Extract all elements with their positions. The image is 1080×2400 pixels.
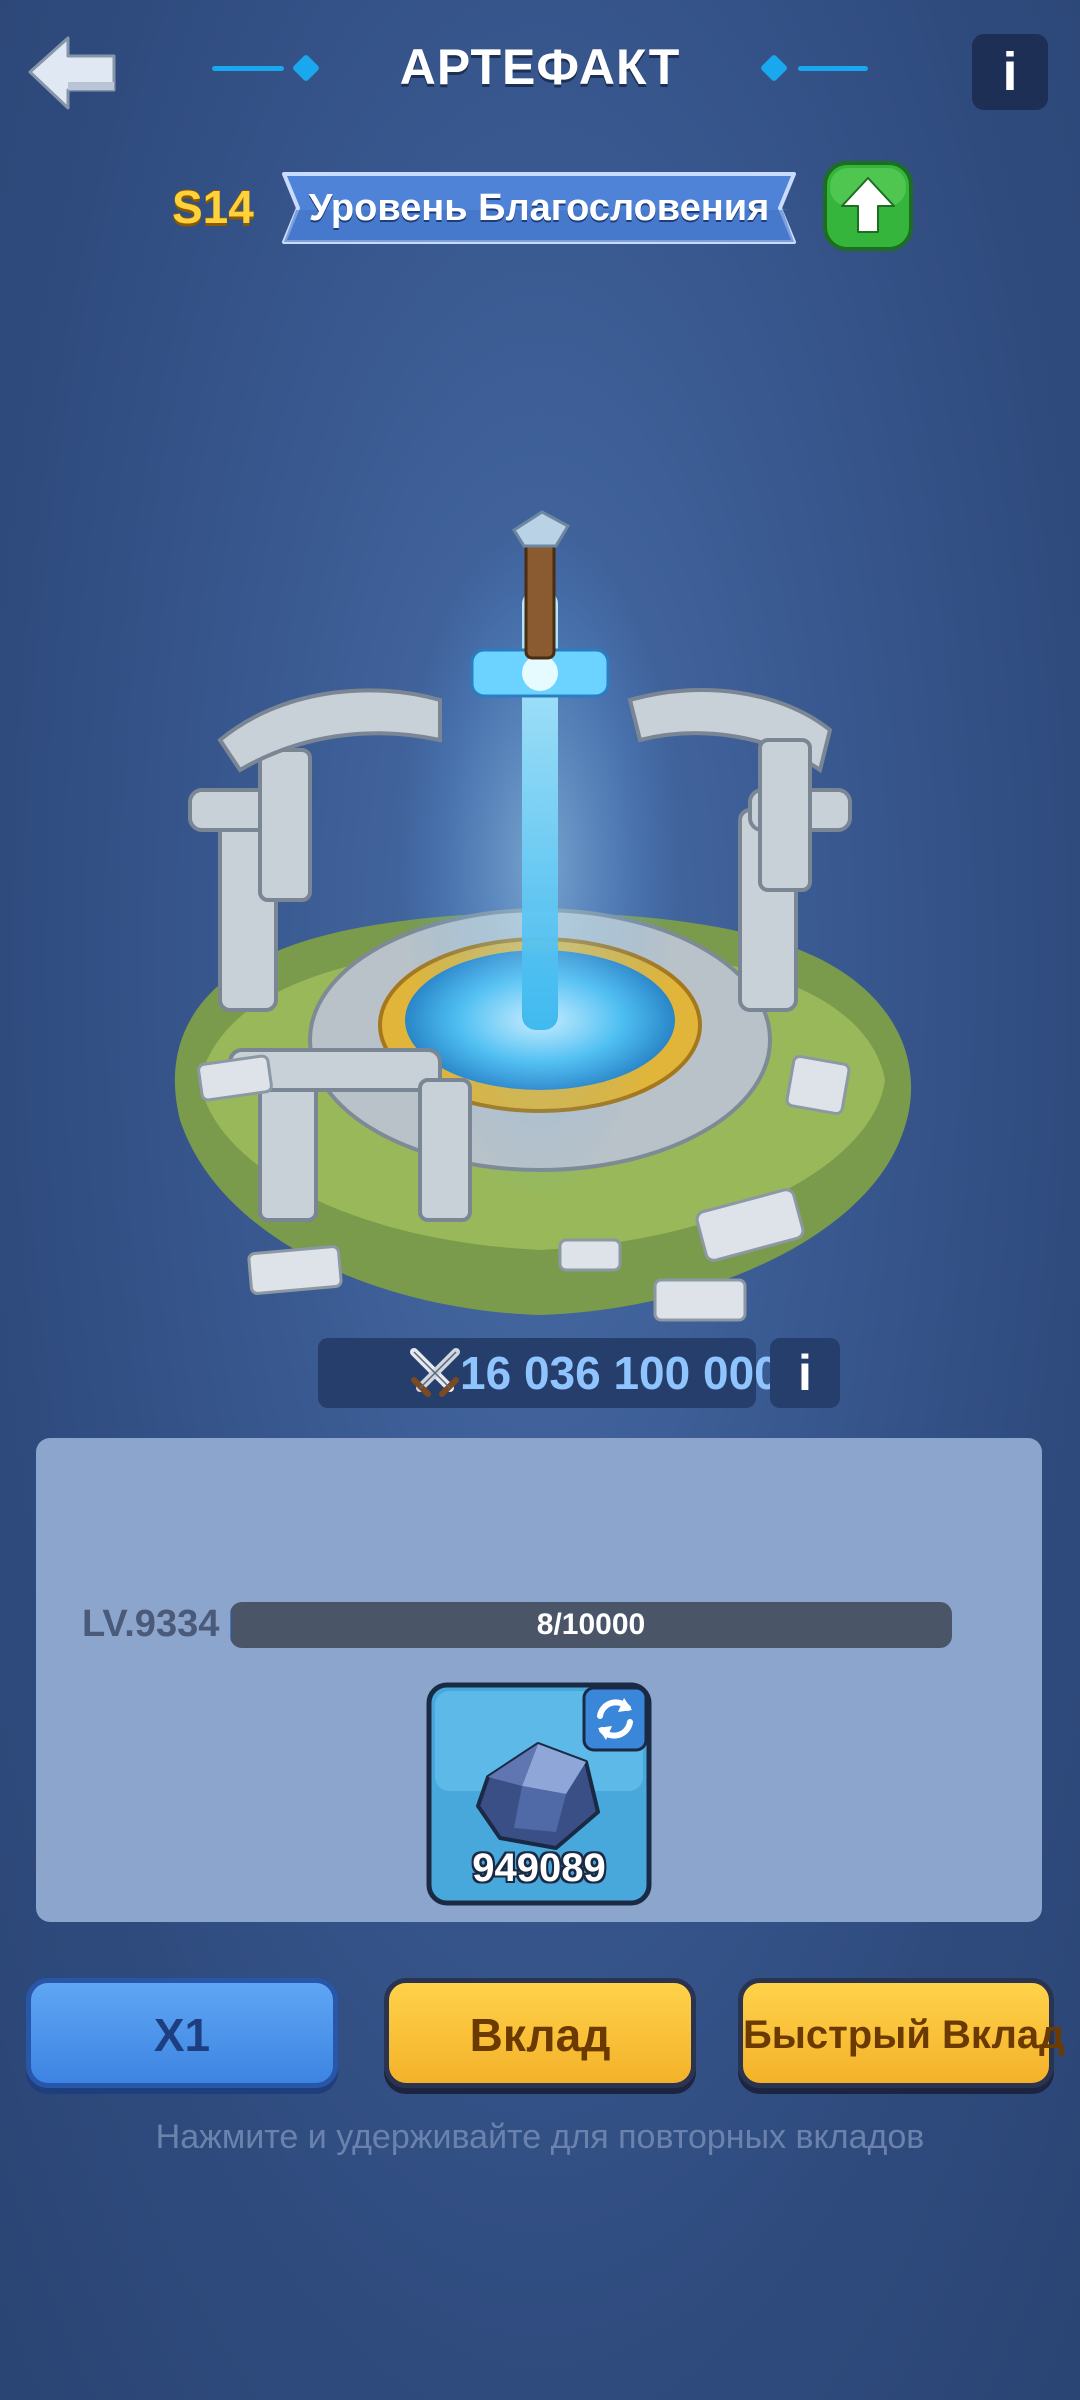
artifact-illustration — [174, 510, 912, 1322]
info-button[interactable]: i — [972, 34, 1048, 110]
deposit-button[interactable]: Вклад — [384, 1978, 696, 2088]
page-title: АРТЕФАКТ — [399, 39, 681, 95]
power-value: 16 036 100 000 — [460, 1347, 780, 1399]
level-label: LV.9334 — [82, 1603, 220, 1645]
season-label: S14 — [172, 181, 254, 233]
power-info-button[interactable]: i — [770, 1338, 840, 1408]
upgrade-button[interactable] — [822, 160, 914, 252]
stone-count: 949089 — [472, 1846, 606, 1890]
refresh-icon — [582, 1686, 648, 1752]
quick-deposit-button[interactable]: Быстрый Вклад — [738, 1978, 1064, 2088]
blessing-level-label[interactable]: Уровень Благословения — [274, 170, 804, 246]
level-progress-text: 8/10000 — [536, 1608, 646, 1641]
refresh-button[interactable] — [582, 1686, 648, 1752]
title-decor-right — [798, 66, 868, 71]
hold-hint-text: Нажмите и удерживайте для повторных вкла… — [155, 2118, 925, 2156]
crossed-swords-icon — [410, 1348, 460, 1397]
multiplier-button[interactable]: X1 — [26, 1978, 338, 2088]
up-arrow-icon — [823, 161, 913, 251]
